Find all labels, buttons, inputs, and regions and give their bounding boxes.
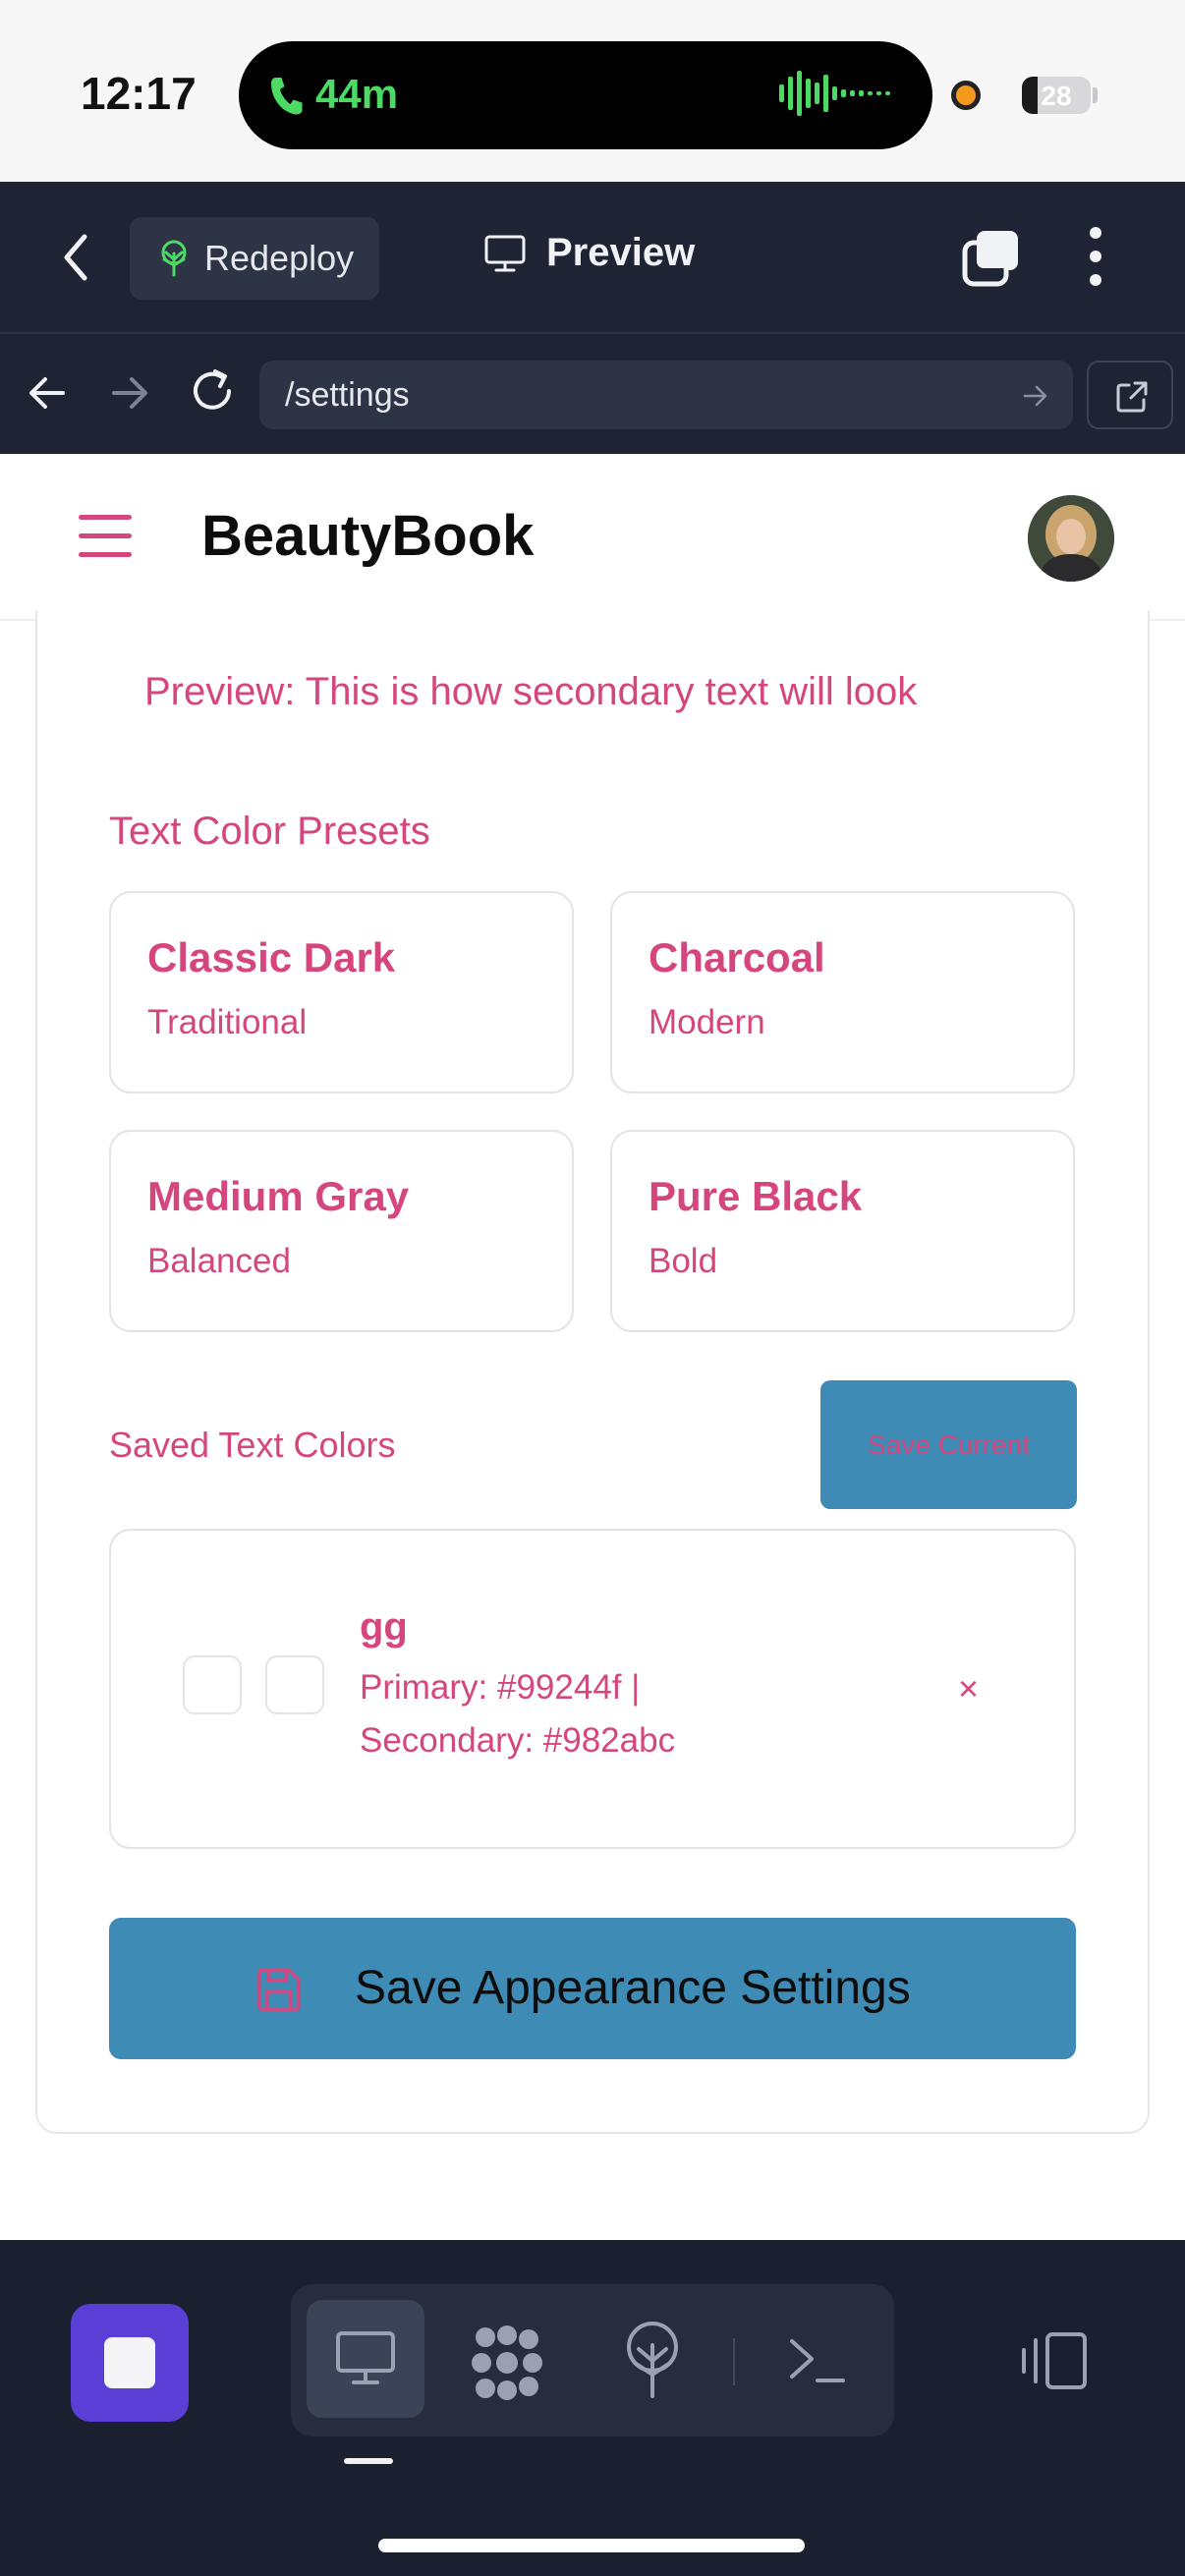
more-options-icon[interactable] — [1081, 227, 1110, 286]
menu-icon[interactable] — [79, 515, 132, 558]
save-appearance-button[interactable]: Save Appearance Settings — [109, 1918, 1076, 2059]
top-toolbar: Redeploy Preview — [0, 182, 1185, 334]
deploy-tree-icon — [161, 240, 187, 277]
arrow-right-icon[interactable] — [108, 369, 151, 417]
terminal-icon[interactable] — [788, 2335, 847, 2386]
phone-icon — [271, 78, 303, 115]
side-panel-icon[interactable] — [1018, 2330, 1089, 2391]
battery-tip — [1093, 87, 1098, 103]
address-row: /settings — [0, 334, 1185, 454]
call-duration: 44m — [315, 71, 399, 117]
preset-name: Medium Gray — [147, 1173, 410, 1219]
preset-pure-black[interactable]: Pure Black Bold — [610, 1130, 1075, 1332]
preset-description: Modern — [649, 1003, 765, 1041]
switcher-divider — [733, 2338, 735, 2385]
back-chevron-icon[interactable] — [61, 233, 90, 282]
save-appearance-label: Save Appearance Settings — [355, 1962, 911, 2014]
redeploy-button[interactable]: Redeploy — [130, 217, 379, 300]
preset-charcoal[interactable]: Charcoal Modern — [610, 891, 1075, 1093]
audio-waveform-icon — [779, 71, 890, 116]
stop-button[interactable] — [71, 2304, 189, 2422]
save-current-button[interactable]: Save Current — [820, 1380, 1077, 1509]
preset-name: Pure Black — [649, 1173, 863, 1219]
arrow-left-icon[interactable] — [26, 369, 69, 417]
battery-level: 28 — [1041, 81, 1072, 111]
view-preview-tab[interactable] — [307, 2300, 424, 2418]
saved-colors-heading: Saved Text Colors — [109, 1425, 396, 1465]
primary-color-swatch — [183, 1655, 242, 1714]
bottom-bar — [0, 2240, 1185, 2576]
preset-name: Charcoal — [649, 934, 825, 980]
url-text: /settings — [285, 376, 410, 414]
status-bar: 12:17 44m 28 — [0, 0, 1185, 182]
preset-medium-gray[interactable]: Medium Gray Balanced — [109, 1130, 574, 1332]
preset-description: Balanced — [147, 1242, 291, 1280]
avatar[interactable] — [1028, 495, 1114, 582]
integrations-grid-icon[interactable] — [470, 2325, 544, 2400]
active-view-indicator — [344, 2458, 393, 2464]
remove-saved-color-button[interactable]: × — [958, 1668, 979, 1709]
secondary-text-preview: Preview: This is how secondary text will… — [144, 670, 918, 713]
settings-content: Preview: This is how secondary text will… — [0, 611, 1185, 2240]
saved-color-item[interactable]: gg Primary: #99244f | Secondary: #982abc… — [109, 1529, 1076, 1849]
home-indicator — [378, 2539, 805, 2552]
monitor-icon — [484, 235, 526, 271]
presets-heading: Text Color Presets — [109, 810, 430, 853]
redeploy-label: Redeploy — [204, 238, 355, 278]
reload-icon[interactable] — [189, 365, 236, 417]
saved-secondary-value: Secondary: #982abc — [360, 1721, 676, 1760]
saved-primary-value: Primary: #99244f | — [360, 1668, 641, 1707]
deploy-tree-icon[interactable] — [623, 2322, 682, 2400]
recording-dot-icon — [951, 81, 981, 110]
user-photo — [1028, 495, 1114, 582]
app-header: BeautyBook — [0, 454, 1185, 621]
secondary-color-swatch — [265, 1655, 324, 1714]
preset-description: Traditional — [147, 1003, 308, 1041]
active-call-pill[interactable]: 44m — [239, 41, 932, 149]
preset-classic-dark[interactable]: Classic Dark Traditional — [109, 891, 574, 1093]
open-external-button[interactable] — [1087, 361, 1173, 429]
url-input[interactable]: /settings — [259, 361, 1073, 429]
battery-icon: 28 — [1022, 77, 1091, 114]
go-arrow-icon[interactable] — [1022, 382, 1049, 410]
floppy-disk-icon — [257, 1968, 301, 2011]
preset-name: Classic Dark — [147, 934, 396, 980]
view-switcher — [291, 2284, 894, 2436]
preview-tab[interactable]: Preview — [483, 231, 695, 275]
preview-label: Preview — [546, 231, 696, 274]
preset-description: Bold — [649, 1242, 718, 1280]
saved-color-name: gg — [360, 1605, 408, 1649]
external-link-icon — [1116, 381, 1148, 413]
monitor-icon — [336, 2331, 395, 2384]
tabs-switcher-icon[interactable] — [961, 229, 1022, 288]
brand-title: BeautyBook — [201, 504, 535, 568]
stop-icon — [104, 2337, 155, 2388]
status-time: 12:17 — [81, 68, 197, 119]
